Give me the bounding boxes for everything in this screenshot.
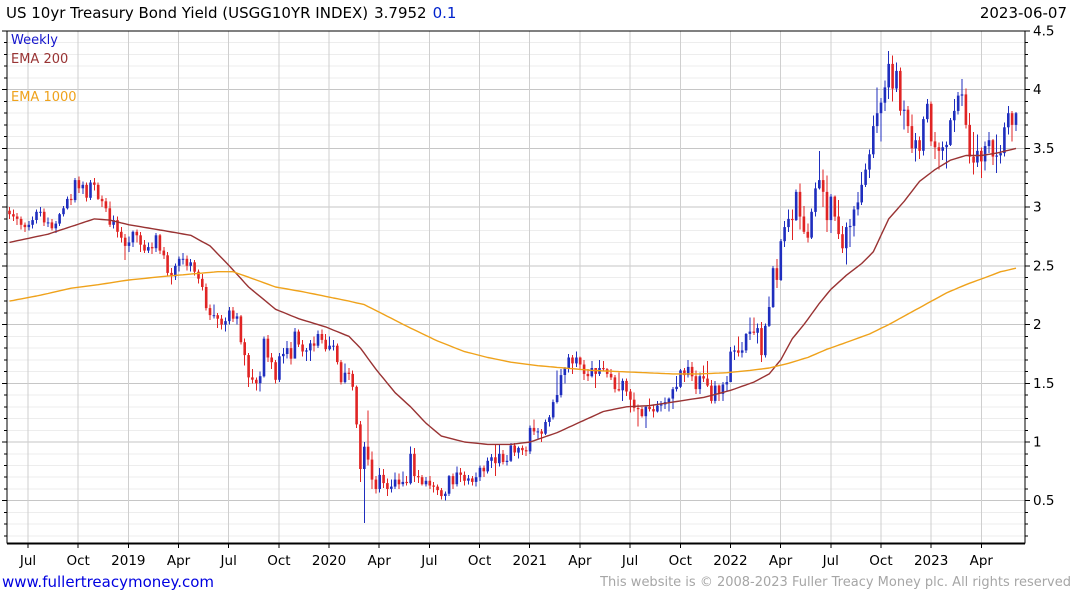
- svg-text:Oct: Oct: [468, 553, 491, 569]
- chart-date: 2023-06-07: [979, 4, 1067, 22]
- last-price: 3.7952: [374, 4, 427, 22]
- svg-text:Oct: Oct: [67, 553, 90, 569]
- svg-text:Apr: Apr: [368, 553, 392, 569]
- svg-text:Jul: Jul: [19, 553, 36, 569]
- fullertreacymoney-link[interactable]: www.fullertreacymoney.com: [2, 573, 214, 591]
- svg-text:Jul: Jul: [822, 553, 839, 569]
- instrument-name: US 10yr Treasury Bond Yield (USGG10YR IN…: [6, 4, 369, 22]
- legend-ema-200: EMA 200: [11, 52, 69, 67]
- price-chart-svg: 0.511.522.533.544.5Jul Oct 2019 Apr Jul Oct 20…: [2, 24, 1054, 569]
- svg-text:2023: 2023: [914, 553, 948, 569]
- svg-text:Jul: Jul: [621, 553, 638, 569]
- svg-text:1: 1: [1033, 435, 1042, 451]
- svg-text:Jul: Jul: [220, 553, 237, 569]
- svg-text:3.5: 3.5: [1033, 141, 1054, 157]
- price-change: 0.1: [432, 4, 457, 22]
- svg-text:1.5: 1.5: [1033, 376, 1054, 392]
- svg-text:Apr: Apr: [167, 553, 191, 569]
- svg-text:3: 3: [1033, 200, 1042, 216]
- chart-title: US 10yr Treasury Bond Yield (USGG10YR IN…: [6, 4, 456, 22]
- svg-text:2019: 2019: [111, 553, 145, 569]
- svg-text:Apr: Apr: [769, 553, 793, 569]
- svg-text:Oct: Oct: [267, 553, 290, 569]
- svg-text:2021: 2021: [513, 553, 547, 569]
- copyright-text: This website is © 2008-2023 Fuller Treac…: [600, 575, 1071, 590]
- price-chart-area: 0.5 1 1.5 2 2.5 3 3.5 4 4.5 Jul Oct 2019 Apr Jul Oct 20…: [0, 0, 1075, 604]
- title-bar: US 10yr Treasury Bond Yield (USGG10YR IN…: [0, 0, 1075, 28]
- svg-text:2022: 2022: [713, 553, 747, 569]
- svg-text:Oct: Oct: [669, 553, 692, 569]
- legend-weekly: Weekly: [11, 33, 58, 48]
- chart-window: US 10yr Treasury Bond Yield (USGG10YR IN…: [0, 0, 1075, 600]
- svg-text:2: 2: [1033, 317, 1042, 333]
- legend-ema-1000: EMA 1000: [11, 90, 77, 105]
- svg-text:Apr: Apr: [568, 553, 592, 569]
- svg-text:4: 4: [1033, 82, 1042, 98]
- svg-text:2.5: 2.5: [1033, 258, 1054, 274]
- svg-text:2020: 2020: [312, 553, 346, 569]
- svg-text:Jul: Jul: [420, 553, 437, 569]
- svg-text:Oct: Oct: [869, 553, 892, 569]
- svg-text:Apr: Apr: [970, 553, 994, 569]
- svg-text:0.5: 0.5: [1033, 493, 1054, 509]
